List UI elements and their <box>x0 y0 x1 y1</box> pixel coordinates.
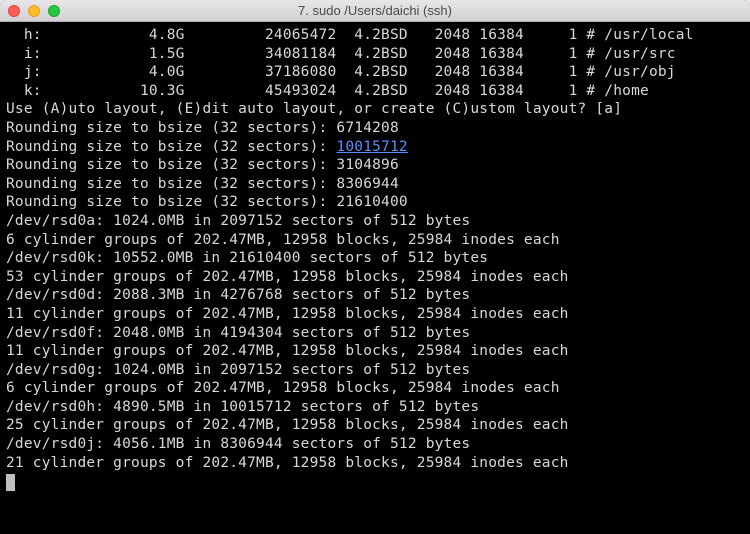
output-line: 25 cylinder groups of 202.47MB, 12958 bl… <box>6 416 744 435</box>
cursor-line <box>6 472 744 491</box>
close-icon[interactable] <box>8 5 20 17</box>
output-line: /dev/rsd0g: 1024.0MB in 2097152 sectors … <box>6 361 744 380</box>
output-line: 21 cylinder groups of 202.47MB, 12958 bl… <box>6 454 744 473</box>
highlighted-value: 10015712 <box>336 139 407 155</box>
output-line: /dev/rsd0k: 10552.0MB in 21610400 sector… <box>6 249 744 268</box>
output-line: Rounding size to bsize (32 sectors): 100… <box>6 138 744 157</box>
output-line: 6 cylinder groups of 202.47MB, 12958 blo… <box>6 379 744 398</box>
window-controls <box>8 5 60 17</box>
output-line: /dev/rsd0f: 2048.0MB in 4194304 sectors … <box>6 324 744 343</box>
output-line: Rounding size to bsize (32 sectors): 671… <box>6 119 744 138</box>
output-line: Rounding size to bsize (32 sectors): 830… <box>6 175 744 194</box>
window-title: 7. sudo /Users/daichi (ssh) <box>298 3 452 18</box>
zoom-icon[interactable] <box>48 5 60 17</box>
minimize-icon[interactable] <box>28 5 40 17</box>
output-line: Rounding size to bsize (32 sectors): 216… <box>6 193 744 212</box>
partition-row: h: 4.8G 24065472 4.2BSD 2048 16384 1 # /… <box>6 26 744 45</box>
output-line: /dev/rsd0d: 2088.3MB in 4276768 sectors … <box>6 286 744 305</box>
output-line: 11 cylinder groups of 202.47MB, 12958 bl… <box>6 342 744 361</box>
partition-row: j: 4.0G 37186080 4.2BSD 2048 16384 1 # /… <box>6 63 744 82</box>
output-line: Rounding size to bsize (32 sectors): 310… <box>6 156 744 175</box>
output-line: /dev/rsd0a: 1024.0MB in 2097152 sectors … <box>6 212 744 231</box>
cursor-icon <box>6 474 15 491</box>
output-line: 11 cylinder groups of 202.47MB, 12958 bl… <box>6 305 744 324</box>
output-line: /dev/rsd0h: 4890.5MB in 10015712 sectors… <box>6 398 744 417</box>
titlebar: 7. sudo /Users/daichi (ssh) <box>0 0 750 22</box>
output-line: 53 cylinder groups of 202.47MB, 12958 bl… <box>6 268 744 287</box>
partition-row: k: 10.3G 45493024 4.2BSD 2048 16384 1 # … <box>6 82 744 101</box>
partition-row: i: 1.5G 34081184 4.2BSD 2048 16384 1 # /… <box>6 45 744 64</box>
output-line: /dev/rsd0j: 4056.1MB in 8306944 sectors … <box>6 435 744 454</box>
terminal-window: 7. sudo /Users/daichi (ssh) h: 4.8G 2406… <box>0 0 750 534</box>
terminal-output[interactable]: h: 4.8G 24065472 4.2BSD 2048 16384 1 # /… <box>0 22 750 534</box>
layout-prompt: Use (A)uto layout, (E)dit auto layout, o… <box>6 100 744 119</box>
output-line: 6 cylinder groups of 202.47MB, 12958 blo… <box>6 231 744 250</box>
